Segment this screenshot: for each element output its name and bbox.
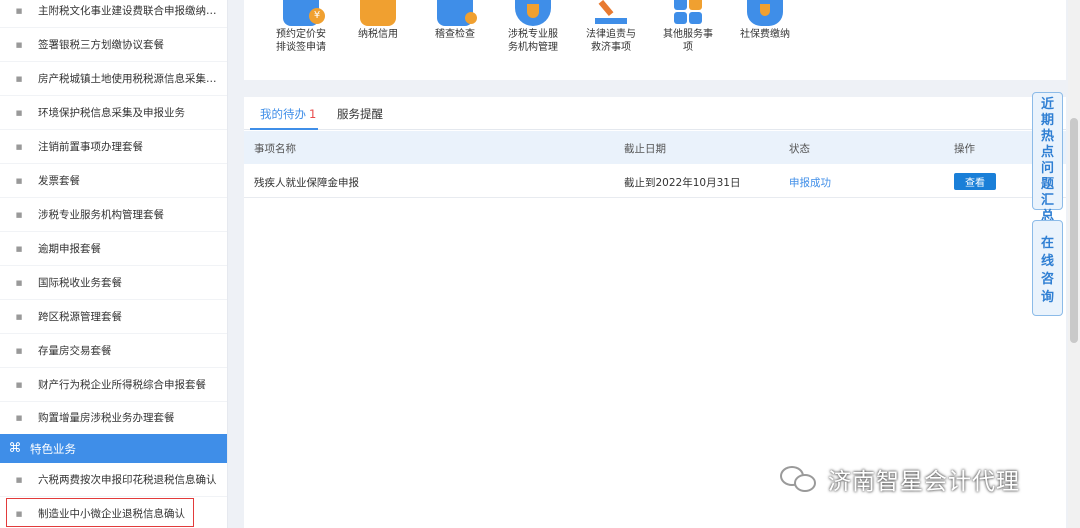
service-contract[interactable]: ¥ 预约定价安排谈签申请: [264, 0, 338, 54]
watermark: 济南智星会计代理: [780, 462, 1020, 496]
sidebar-section-header[interactable]: ⌘ 特色业务: [0, 434, 227, 463]
umbrella-icon: [515, 0, 551, 26]
scrollbar[interactable]: [1068, 0, 1080, 528]
item-name: 残疾人就业保障金申报: [254, 177, 359, 189]
sidebar-item[interactable]: ■ 购置增量房涉税业务办理套餐: [0, 401, 227, 435]
view-button[interactable]: 查看: [954, 173, 996, 190]
sidebar-item[interactable]: ■ 国际税收业务套餐: [0, 266, 227, 300]
sidebar-item-label: 逾期申报套餐: [38, 243, 101, 255]
tab-service-reminder[interactable]: 服务提醒: [337, 106, 383, 122]
column-header-deadline: 截止日期: [624, 143, 666, 155]
sidebar-item-label: 国际税收业务套餐: [38, 277, 122, 289]
sidebar-item-label: 六税两费按次申报印花税退税信息确认: [38, 474, 217, 486]
sidebar-item-label: 购置增量房涉税业务办理套餐: [38, 412, 175, 424]
service-credit[interactable]: 纳税信用: [341, 0, 415, 41]
gavel-icon: [593, 0, 629, 26]
sidebar-item-label: 涉税专业服务机构管理套餐: [38, 209, 164, 221]
service-label: 社保费缴纳: [740, 29, 790, 40]
column-header-name: 事项名称: [254, 143, 296, 155]
item-status[interactable]: 申报成功: [789, 175, 831, 190]
sidebar-item-label: 房产税城镇土地使用税税源信息采集及申...: [38, 73, 228, 85]
highlight-box: [6, 498, 194, 527]
column-header-action: 操作: [954, 143, 975, 155]
sidebar-item[interactable]: ■ 逾期申报套餐: [0, 232, 227, 266]
hot-topics-tab[interactable]: 近期热点问题汇总: [1032, 92, 1063, 224]
grid-icon: [670, 0, 706, 26]
wechat-icon: [780, 464, 820, 494]
sidebar-item[interactable]: ■ 发票套餐: [0, 164, 227, 198]
sidebar-item[interactable]: ■ 注销前置事项办理套餐: [0, 130, 227, 164]
bullet-icon: ■: [15, 142, 23, 151]
service-inspection[interactable]: 稽查检查: [418, 0, 492, 41]
sidebar-item[interactable]: ■ 存量房交易套餐: [0, 334, 227, 368]
tab-label: 服务提醒: [337, 107, 383, 121]
service-agency[interactable]: 涉税专业服务机构管理: [496, 0, 570, 54]
sidebar-item[interactable]: ■ 六税两费按次申报印花税退税信息确认: [0, 463, 227, 497]
section-header-label: 特色业务: [30, 441, 76, 456]
service-label: 其他服务事项: [663, 29, 713, 53]
credit-icon: [360, 0, 396, 26]
sidebar-item-label: 环境保护税信息采集及申报业务: [38, 107, 185, 119]
service-other[interactable]: 其他服务事项: [651, 0, 725, 54]
online-consult-label: 在线咨询: [1040, 236, 1054, 305]
sidebar-item-label: 存量房交易套餐: [38, 345, 112, 357]
service-legal[interactable]: 法律追责与救济事项: [574, 0, 648, 54]
service-label: 涉税专业服务机构管理: [508, 29, 558, 53]
sidebar: ■ 主附税文化事业建设费联合申报缴纳套餐 ■ 签署银税三方划缴协议套餐 ■ 房产税城镇…: [0, 0, 228, 528]
sidebar-item-label: 签署银税三方划缴协议套餐: [38, 39, 164, 51]
service-label: 法律追责与救济事项: [586, 29, 636, 53]
service-label: 预约定价安排谈签申请: [276, 29, 326, 53]
sidebar-item[interactable]: ■ 主附税文化事业建设费联合申报缴纳套餐: [0, 0, 227, 28]
sidebar-item[interactable]: ■ 财产行为税企业所得税综合申报套餐: [0, 368, 227, 402]
sidebar-item[interactable]: ■ 跨区税源管理套餐: [0, 300, 227, 334]
hot-topics-label: 近期热点问题汇总: [1040, 97, 1054, 224]
service-card: ¥ 预约定价安排谈签申请 纳税信用 稽查检查 涉税专业服务机构管理 法律追责与救…: [244, 0, 1066, 80]
sidebar-item[interactable]: ■ 环境保护税信息采集及申报业务: [0, 96, 227, 130]
bullet-icon: ■: [15, 475, 23, 484]
bullet-icon: ■: [15, 413, 23, 422]
bullet-icon: ■: [15, 176, 23, 185]
online-consult-tab[interactable]: 在线咨询: [1032, 220, 1063, 316]
bullet-icon: ■: [15, 6, 23, 15]
watermark-text: 济南智星会计代理: [828, 469, 1020, 495]
bullet-icon: ■: [15, 244, 23, 253]
bullet-icon: ■: [15, 278, 23, 287]
todo-count-badge: 1: [309, 107, 317, 121]
active-tab-indicator: [250, 128, 318, 130]
service-label: 稽查检查: [435, 29, 475, 40]
bullet-icon: ■: [15, 210, 23, 219]
bullet-icon: ■: [15, 40, 23, 49]
bullet-icon: ■: [15, 108, 23, 117]
tab-label: 我的待办: [260, 107, 306, 121]
item-deadline: 截止到2022年10月31日: [624, 177, 741, 189]
sidebar-item[interactable]: ■ 房产税城镇土地使用税税源信息采集及申...: [0, 62, 228, 96]
sidebar-item[interactable]: ■ 签署银税三方划缴协议套餐: [0, 28, 227, 62]
tab-my-todo[interactable]: 我的待办 1: [260, 106, 316, 122]
table-row: 残疾人就业保障金申报 截止到2022年10月31日 申报成功 查看: [244, 164, 1066, 198]
bullet-icon: ■: [15, 312, 23, 321]
column-header-status: 状态: [789, 143, 810, 155]
inspection-icon: [437, 0, 477, 26]
sidebar-item-label: 跨区税源管理套餐: [38, 311, 122, 323]
table-header: 事项名称 截止日期 状态 操作: [244, 131, 1066, 164]
sidebar-item[interactable]: ■ 涉税专业服务机构管理套餐: [0, 198, 227, 232]
bullet-icon: ■: [15, 346, 23, 355]
scrollbar-thumb[interactable]: [1070, 118, 1078, 343]
service-label: 纳税信用: [358, 29, 398, 40]
bullet-icon: ■: [15, 380, 23, 389]
sidebar-item-label: 注销前置事项办理套餐: [38, 141, 143, 153]
shield-hand-icon: [747, 0, 783, 26]
service-social-insurance[interactable]: 社保费缴纳: [728, 0, 802, 41]
grid-cluster-icon: ⌘: [8, 441, 22, 456]
bullet-icon: ■: [15, 74, 23, 83]
contract-icon: ¥: [283, 0, 325, 26]
sidebar-item-label: 财产行为税企业所得税综合申报套餐: [38, 379, 206, 391]
sidebar-item-label: 主附税文化事业建设费联合申报缴纳套餐: [38, 5, 227, 17]
todo-tabs: 我的待办 1 服务提醒: [244, 97, 1066, 130]
sidebar-item-label: 发票套餐: [38, 175, 80, 187]
